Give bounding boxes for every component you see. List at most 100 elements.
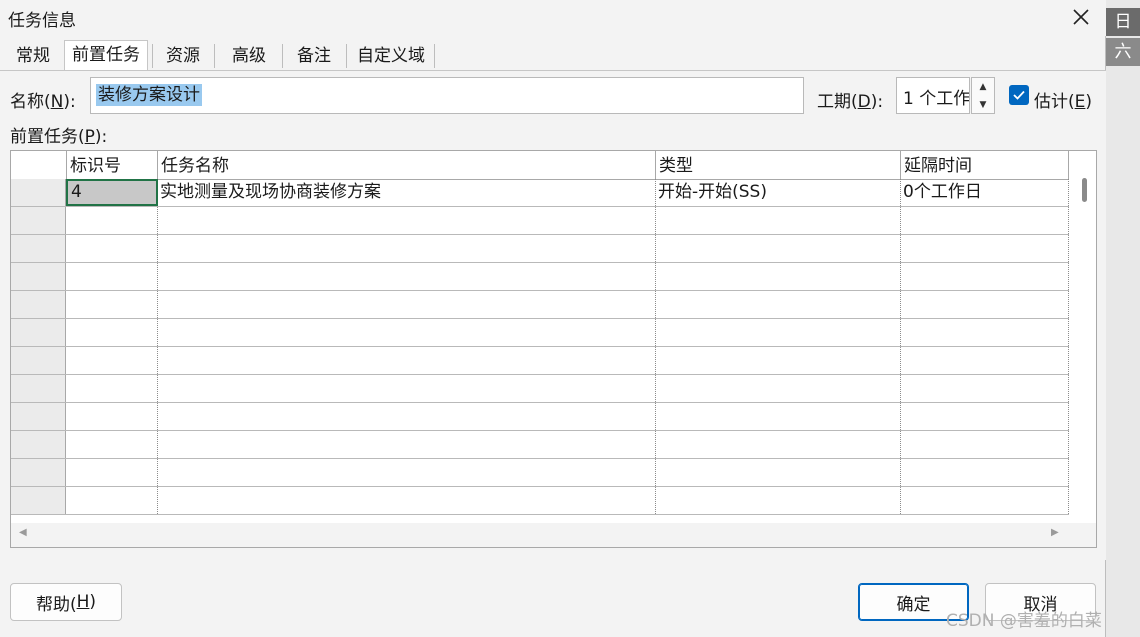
table-cell-id[interactable] xyxy=(66,431,158,458)
checkmark-icon xyxy=(1013,90,1025,100)
row-header[interactable] xyxy=(11,319,66,346)
table-cell-lag[interactable] xyxy=(900,431,1069,458)
row-header[interactable] xyxy=(11,291,66,318)
table-cell-name[interactable]: 实地测量及现场协商装修方案 xyxy=(157,179,656,206)
table-cell-type[interactable] xyxy=(655,487,901,514)
table-cell-id[interactable] xyxy=(66,487,158,514)
estimated-checkbox[interactable] xyxy=(1009,85,1029,105)
table-cell-id[interactable] xyxy=(66,375,158,402)
duration-input[interactable]: 1 个工作日 xyxy=(896,77,970,114)
spin-down-button[interactable]: ▼ xyxy=(972,96,994,113)
table-cell-lag[interactable] xyxy=(900,347,1069,374)
table-cell-type[interactable] xyxy=(655,375,901,402)
tab-notes[interactable]: 备注 xyxy=(286,42,342,70)
table-row[interactable] xyxy=(11,403,1069,431)
table-cell-type[interactable] xyxy=(655,431,901,458)
table-cell-type[interactable] xyxy=(655,291,901,318)
close-button[interactable] xyxy=(1058,0,1104,34)
scroll-left-icon[interactable]: ◀ xyxy=(19,527,27,538)
table-row[interactable]: 4 实地测量及现场协商装修方案 开始-开始(SS) 0个工作日 xyxy=(11,179,1069,207)
table-row[interactable] xyxy=(11,319,1069,347)
table-cell-type[interactable] xyxy=(655,459,901,486)
table-cell-lag[interactable]: 0个工作日 xyxy=(900,179,1069,206)
vertical-scroll-thumb[interactable] xyxy=(1082,178,1087,202)
column-header-id[interactable]: 标识号 xyxy=(66,151,158,179)
row-header[interactable] xyxy=(11,207,66,234)
table-row[interactable] xyxy=(11,459,1069,487)
table-cell-name[interactable] xyxy=(157,263,656,290)
table-cell-name[interactable] xyxy=(157,459,656,486)
table-cell-id[interactable] xyxy=(66,347,158,374)
column-header-type[interactable]: 类型 xyxy=(655,151,901,179)
table-row[interactable] xyxy=(11,207,1069,235)
column-header-task-name[interactable]: 任务名称 xyxy=(157,151,656,179)
table-cell-id[interactable] xyxy=(66,319,158,346)
row-header[interactable] xyxy=(11,347,66,374)
tab-resources[interactable]: 资源 xyxy=(156,42,210,70)
duration-spinner[interactable]: ▲ ▼ xyxy=(971,77,995,114)
estimated-label: 估计(E) xyxy=(1034,92,1093,112)
table-cell-lag[interactable] xyxy=(900,487,1069,514)
table-cell-name[interactable] xyxy=(157,347,656,374)
table-cell-id[interactable] xyxy=(66,235,158,262)
table-cell-type[interactable] xyxy=(655,263,901,290)
spin-up-button[interactable]: ▲ xyxy=(972,78,994,95)
row-header[interactable] xyxy=(11,403,66,430)
horizontal-scrollbar[interactable]: ◀ ▶ xyxy=(11,523,1096,547)
table-cell-id[interactable] xyxy=(66,291,158,318)
table-cell-type[interactable] xyxy=(655,319,901,346)
help-button[interactable]: 帮助(H) xyxy=(10,583,122,621)
table-cell-name[interactable] xyxy=(157,291,656,318)
table-cell-lag[interactable] xyxy=(900,403,1069,430)
table-row[interactable] xyxy=(11,347,1069,375)
row-header[interactable] xyxy=(11,235,66,262)
table-row[interactable] xyxy=(11,487,1069,515)
table-cell-name[interactable] xyxy=(157,319,656,346)
row-header[interactable] xyxy=(11,375,66,402)
table-cell-lag[interactable] xyxy=(900,291,1069,318)
table-row[interactable] xyxy=(11,235,1069,263)
table-cell-id[interactable] xyxy=(66,263,158,290)
scroll-right-icon[interactable]: ▶ xyxy=(1051,527,1059,538)
table-cell-type[interactable] xyxy=(655,235,901,262)
table-cell-id[interactable] xyxy=(66,403,158,430)
table-cell-type[interactable]: 开始-开始(SS) xyxy=(655,179,901,206)
column-header-lag[interactable]: 延隔时间 xyxy=(900,151,1069,179)
table-cell-type[interactable] xyxy=(655,403,901,430)
table-cell-type[interactable] xyxy=(655,347,901,374)
table-row[interactable] xyxy=(11,291,1069,319)
table-cell-lag[interactable] xyxy=(900,319,1069,346)
vertical-scrollbar[interactable] xyxy=(1079,151,1096,523)
table-row[interactable] xyxy=(11,263,1069,291)
row-header[interactable] xyxy=(11,263,66,290)
table-cell-name[interactable] xyxy=(157,403,656,430)
corner-cell[interactable] xyxy=(11,151,67,179)
table-cell-name[interactable] xyxy=(157,431,656,458)
table-cell-name[interactable] xyxy=(157,207,656,234)
table-header: 标识号 任务名称 类型 延隔时间 xyxy=(11,151,1069,180)
task-info-dialog: 任务信息 常规 前置任务 资源 高级 备注 自定义域 名称(N): 装修方案设计… xyxy=(0,0,1106,637)
name-input[interactable]: 装修方案设计 xyxy=(90,77,804,114)
tab-custom-fields[interactable]: 自定义域 xyxy=(350,42,432,70)
table-cell-lag[interactable] xyxy=(900,263,1069,290)
table-cell-lag[interactable] xyxy=(900,207,1069,234)
table-cell-lag[interactable] xyxy=(900,235,1069,262)
table-row[interactable] xyxy=(11,431,1069,459)
row-header[interactable] xyxy=(11,459,66,486)
row-header[interactable] xyxy=(11,179,66,206)
table-cell-id[interactable]: 4 xyxy=(66,179,158,206)
row-header[interactable] xyxy=(11,431,66,458)
table-cell-name[interactable] xyxy=(157,375,656,402)
tab-predecessors[interactable]: 前置任务 xyxy=(64,40,148,71)
table-cell-type[interactable] xyxy=(655,207,901,234)
table-cell-lag[interactable] xyxy=(900,459,1069,486)
table-cell-name[interactable] xyxy=(157,487,656,514)
table-cell-id[interactable] xyxy=(66,207,158,234)
tab-advanced[interactable]: 高级 xyxy=(220,42,278,70)
table-cell-lag[interactable] xyxy=(900,375,1069,402)
table-cell-id[interactable] xyxy=(66,459,158,486)
table-row[interactable] xyxy=(11,375,1069,403)
tab-general[interactable]: 常规 xyxy=(6,42,60,70)
table-cell-name[interactable] xyxy=(157,235,656,262)
row-header[interactable] xyxy=(11,487,66,514)
